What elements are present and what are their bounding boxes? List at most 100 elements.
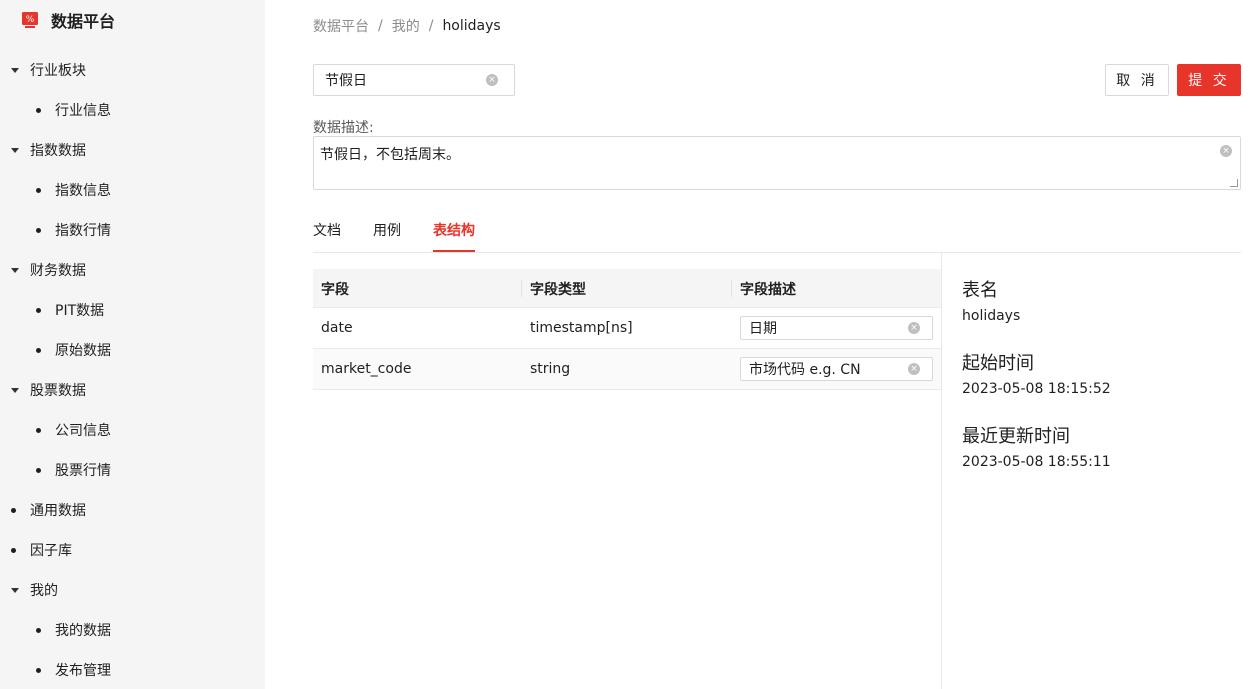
sidebar-item-label: 我的 bbox=[30, 583, 58, 599]
brand-title: 数据平台 bbox=[51, 12, 116, 31]
column-header-description: 字段描述 bbox=[740, 281, 796, 298]
sidebar-group-industry[interactable]: 行业板块 bbox=[11, 50, 86, 90]
cell-type: timestamp[ns] bbox=[530, 320, 633, 336]
bullet-icon bbox=[36, 427, 41, 433]
info-label: 表名 bbox=[962, 280, 998, 301]
schema-table: 字段 字段类型 字段描述 date timestamp[ns] × market… bbox=[313, 269, 941, 390]
table-row: date timestamp[ns] × bbox=[313, 308, 941, 349]
field-description-input[interactable] bbox=[749, 361, 899, 377]
caret-down-icon bbox=[11, 147, 19, 153]
sidebar-item-label: 指数数据 bbox=[30, 143, 86, 159]
sidebar-item-label: 我的数据 bbox=[55, 623, 111, 639]
info-value: holidays bbox=[962, 308, 1021, 324]
description-field[interactable]: 节假日，不包括周末。 × bbox=[313, 136, 1241, 190]
breadcrumb-item-current: holidays bbox=[442, 18, 501, 34]
bullet-icon bbox=[11, 547, 16, 553]
info-start-time: 起始时间 2023-05-08 18:15:52 bbox=[962, 349, 1111, 397]
sidebar-group-index[interactable]: 指数数据 bbox=[11, 130, 86, 170]
field-description-input[interactable] bbox=[749, 320, 899, 336]
submit-button[interactable]: 提 交 bbox=[1177, 64, 1241, 96]
bullet-icon bbox=[36, 187, 41, 193]
info-label: 起始时间 bbox=[962, 353, 1034, 374]
clear-icon[interactable]: × bbox=[908, 363, 920, 375]
sidebar-item-general-data[interactable]: 通用数据 bbox=[11, 490, 86, 530]
sidebar-item-label: 指数行情 bbox=[55, 223, 111, 239]
tab-docs[interactable]: 文档 bbox=[313, 220, 341, 252]
bullet-icon bbox=[36, 667, 41, 673]
sidebar-item-index-info[interactable]: 指数信息 bbox=[36, 170, 111, 210]
description-textarea[interactable]: 节假日，不包括周末。 bbox=[314, 137, 1194, 183]
main-content: 数据平台 / 我的 / holidays × 取 消 提 交 数据描述: 节假日… bbox=[313, 0, 1241, 689]
sidebar-item-factor-library[interactable]: 因子库 bbox=[11, 530, 72, 570]
sidebar-item-label: 公司信息 bbox=[55, 423, 111, 439]
sidebar-item-label: 因子库 bbox=[30, 543, 72, 559]
sidebar-item-index-quotes[interactable]: 指数行情 bbox=[36, 210, 111, 250]
field-description-field[interactable]: × bbox=[740, 357, 933, 381]
description-label: 数据描述: bbox=[313, 120, 374, 136]
sidebar-item-company-info[interactable]: 公司信息 bbox=[36, 410, 111, 450]
bullet-icon bbox=[36, 107, 41, 113]
sidebar-item-stock-quotes[interactable]: 股票行情 bbox=[36, 450, 111, 490]
cell-description: × bbox=[732, 349, 941, 389]
sidebar-item-label: 通用数据 bbox=[30, 503, 86, 519]
bullet-icon bbox=[36, 307, 41, 313]
bullet-icon bbox=[36, 467, 41, 473]
cell-description: × bbox=[732, 308, 941, 348]
sidebar-item-label: PIT数据 bbox=[55, 303, 105, 319]
breadcrumb-separator: / bbox=[378, 18, 383, 34]
caret-down-icon bbox=[11, 267, 19, 273]
info-label: 最近更新时间 bbox=[962, 426, 1070, 447]
tab-bar: 文档 用例 表结构 bbox=[313, 214, 1241, 253]
sidebar-item-label: 发布管理 bbox=[55, 663, 111, 679]
bullet-icon bbox=[36, 627, 41, 633]
resize-handle-icon[interactable] bbox=[1230, 179, 1238, 187]
clear-icon[interactable]: × bbox=[908, 322, 920, 334]
column-header-type: 字段类型 bbox=[522, 269, 732, 308]
sidebar-item-label: 行业板块 bbox=[30, 63, 86, 79]
sidebar-item-publish-management[interactable]: 发布管理 bbox=[36, 650, 111, 689]
cancel-button[interactable]: 取 消 bbox=[1105, 64, 1169, 96]
dataset-title-field[interactable]: × bbox=[313, 64, 515, 96]
info-value: 2023-05-08 18:15:52 bbox=[962, 381, 1111, 397]
caret-down-icon bbox=[11, 67, 19, 73]
sidebar-group-mine[interactable]: 我的 bbox=[11, 570, 58, 610]
column-header-field: 字段 bbox=[313, 269, 522, 308]
clear-icon[interactable]: × bbox=[486, 74, 498, 86]
sidebar: % 数据平台 行业板块 行业信息 指数数据 指数信息 指数行情 财务数据 PIT… bbox=[0, 0, 265, 689]
table-row: market_code string × bbox=[313, 349, 941, 390]
breadcrumb-separator: / bbox=[428, 18, 434, 34]
sidebar-item-raw-data[interactable]: 原始数据 bbox=[36, 330, 111, 370]
sidebar-item-label: 股票数据 bbox=[30, 383, 86, 399]
info-updated-time: 最近更新时间 2023-05-08 18:55:11 bbox=[962, 422, 1111, 470]
bullet-icon bbox=[11, 507, 16, 513]
bullet-icon bbox=[36, 227, 41, 233]
tab-schema[interactable]: 表结构 bbox=[433, 220, 475, 252]
info-table-name: 表名 holidays bbox=[962, 276, 1020, 324]
dataset-title-input[interactable] bbox=[325, 72, 475, 88]
sidebar-item-industry-info[interactable]: 行业信息 bbox=[36, 90, 111, 130]
tab-examples[interactable]: 用例 bbox=[373, 220, 401, 252]
cell-field: market_code bbox=[321, 361, 412, 377]
breadcrumb-item-mine[interactable]: 我的 bbox=[392, 16, 420, 36]
clear-icon[interactable]: × bbox=[1220, 145, 1232, 157]
sidebar-item-label: 行业信息 bbox=[55, 103, 111, 119]
sidebar-item-label: 股票行情 bbox=[55, 463, 111, 479]
sidebar-item-label: 指数信息 bbox=[55, 183, 111, 199]
sidebar-item-label: 财务数据 bbox=[30, 263, 86, 279]
brand-logo-icon: % bbox=[22, 12, 38, 28]
sidebar-item-pit-data[interactable]: PIT数据 bbox=[36, 290, 104, 330]
table-header: 字段 字段类型 字段描述 bbox=[313, 269, 941, 308]
sidebar-item-label: 原始数据 bbox=[55, 343, 111, 359]
svg-text:%: % bbox=[26, 15, 35, 25]
brand[interactable]: % 数据平台 bbox=[21, 8, 115, 32]
sidebar-group-finance[interactable]: 财务数据 bbox=[11, 250, 86, 290]
caret-down-icon bbox=[11, 587, 19, 593]
breadcrumb-item-platform[interactable]: 数据平台 bbox=[313, 16, 369, 36]
sidebar-item-my-data[interactable]: 我的数据 bbox=[36, 610, 111, 650]
field-description-field[interactable]: × bbox=[740, 316, 933, 340]
panel-divider bbox=[941, 253, 942, 689]
info-value: 2023-05-08 18:55:11 bbox=[962, 454, 1111, 470]
sidebar-group-stock[interactable]: 股票数据 bbox=[11, 370, 86, 410]
cell-field: date bbox=[321, 320, 353, 336]
bullet-icon bbox=[36, 347, 41, 353]
